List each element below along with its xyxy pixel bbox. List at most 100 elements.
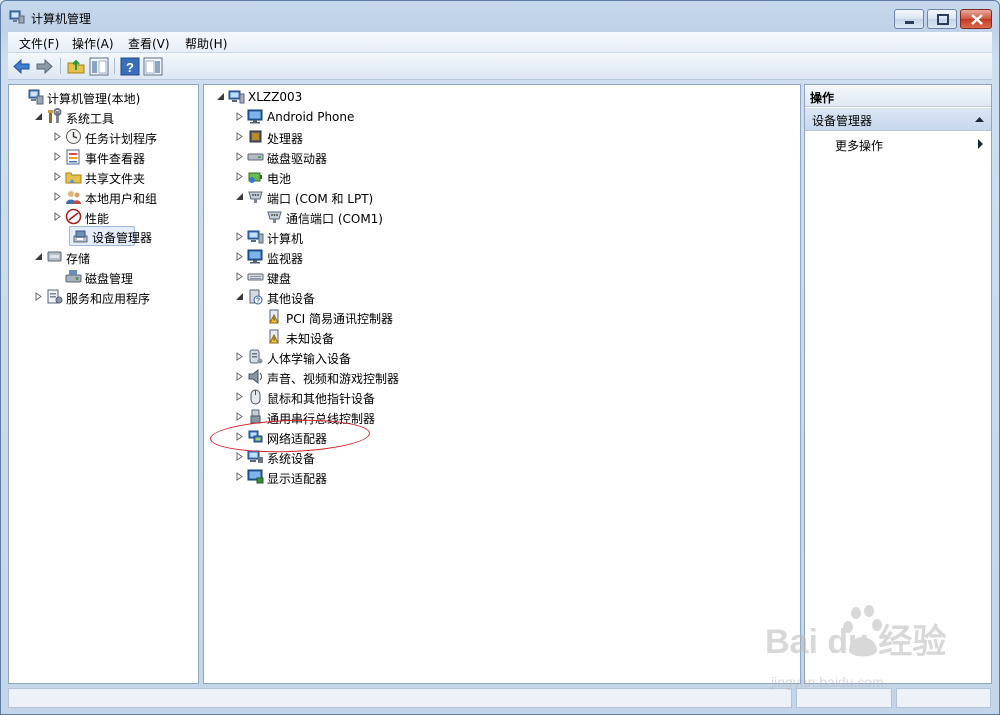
expand-arrow-icon[interactable] — [235, 152, 244, 161]
minimize-icon — [905, 21, 914, 24]
menu-file[interactable]: 文件(F) — [19, 35, 59, 52]
tree-item[interactable]: 存储 — [32, 247, 198, 266]
tree-item[interactable]: 计算机管理(本地) — [13, 87, 198, 106]
actions-pane: 操作 设备管理器 更多操作 — [804, 84, 992, 684]
tree-item-label: 声音、视频和游戏控制器 — [267, 372, 400, 386]
expand-arrow-icon[interactable] — [53, 192, 62, 201]
tree-item-label: 本地用户和组 — [85, 192, 158, 206]
status-cell-main — [8, 688, 792, 708]
expand-arrow-icon[interactable] — [235, 352, 244, 361]
expand-arrow-icon[interactable] — [53, 212, 62, 221]
tree-item[interactable]: ? 其他设备 — [233, 287, 800, 306]
mouse-icon — [250, 389, 261, 405]
tree-item[interactable]: 服务和应用程序 — [32, 287, 198, 306]
help-icon[interactable]: ? — [120, 57, 140, 76]
expand-arrow-icon[interactable] — [235, 472, 244, 481]
disk-management-icon — [65, 270, 82, 283]
tree-item[interactable]: 通信端口 (COM1) — [252, 207, 800, 226]
close-button[interactable] — [960, 9, 992, 29]
actions-header-label: 操作 — [810, 91, 835, 105]
expand-arrow-icon[interactable] — [235, 372, 244, 381]
warning-device-icon — [269, 309, 279, 324]
tree-item-label: 通信端口 (COM1) — [286, 212, 383, 226]
svg-text:?: ? — [256, 298, 260, 305]
tree-item[interactable]: 声音、视频和游戏控制器 — [233, 367, 800, 386]
expand-arrow-icon[interactable] — [235, 252, 244, 261]
tree-item[interactable]: 人体学输入设备 — [233, 347, 800, 366]
minimize-button[interactable] — [894, 9, 924, 29]
port-icon — [248, 191, 263, 203]
collapse-arrow-icon[interactable] — [235, 292, 244, 301]
tree-item[interactable]: 事件查看器 — [51, 147, 198, 166]
tree-item[interactable]: 磁盘管理 — [51, 267, 198, 286]
tree-item[interactable]: 未知设备 — [252, 327, 800, 346]
expand-arrow-icon[interactable] — [235, 272, 244, 281]
tree-item-label: 系统设备 — [267, 452, 316, 466]
more-actions-item[interactable]: 更多操作 — [835, 137, 883, 154]
tree-item[interactable]: 本地用户和组 — [51, 187, 198, 206]
users-icon — [66, 191, 81, 204]
performance-icon — [65, 208, 82, 225]
expand-arrow-icon[interactable] — [235, 132, 244, 141]
expand-arrow-icon[interactable] — [235, 412, 244, 421]
tree-item-label: XLZZ003 — [248, 90, 303, 104]
expand-arrow-icon[interactable] — [235, 392, 244, 401]
tree-item[interactable]: 显示适配器 — [233, 467, 800, 486]
tree-item[interactable]: 系统工具 — [32, 107, 198, 126]
expand-arrow-icon[interactable] — [235, 172, 244, 181]
tree-item[interactable]: 键盘 — [233, 267, 800, 286]
collapse-arrow-icon[interactable] — [216, 92, 225, 101]
tree-item[interactable]: 性能 — [51, 207, 198, 226]
collapse-up-icon — [975, 117, 984, 122]
back-arrow-icon[interactable] — [12, 57, 32, 76]
watermark-url: jingyan.baidu.com — [770, 674, 884, 690]
tree-item[interactable]: PCI 简易通讯控制器 — [252, 307, 800, 326]
tree-item-label: 磁盘管理 — [85, 272, 134, 286]
show-hide-tree-icon[interactable] — [89, 57, 109, 76]
expand-arrow-icon[interactable] — [235, 232, 244, 241]
tree-item[interactable]: 计算机 — [233, 227, 800, 246]
tree-item-label: 处理器 — [267, 132, 304, 146]
port-icon — [267, 211, 282, 223]
up-folder-icon[interactable] — [66, 57, 86, 76]
actions-header: 操作 — [805, 85, 991, 107]
expand-arrow-icon[interactable] — [53, 152, 62, 161]
tree-item-label: 性能 — [85, 212, 110, 226]
maximize-button[interactable] — [927, 9, 957, 29]
tree-item[interactable]: XLZZ003 — [214, 87, 800, 106]
computer-icon — [228, 90, 245, 104]
tree-item[interactable]: 共享文件夹 — [51, 167, 198, 186]
forward-arrow-icon[interactable] — [34, 57, 54, 76]
expand-arrow-icon[interactable] — [34, 292, 43, 301]
collapse-arrow-icon[interactable] — [34, 252, 43, 261]
baidu-jingyan-watermark: Bai du 经验 jingyan.baidu.com — [765, 605, 946, 690]
tree-item[interactable]: 鼠标和其他指针设备 — [233, 387, 800, 406]
tree-item[interactable]: 设备管理器 — [69, 226, 152, 246]
watermark-text: Bai du 经验 — [765, 622, 946, 661]
tree-item[interactable]: 任务计划程序 — [51, 127, 198, 146]
tree-item[interactable]: 端口 (COM 和 LPT) — [233, 187, 800, 206]
collapse-arrow-icon[interactable] — [235, 192, 244, 201]
title-bar: 计算机管理 — [1, 1, 999, 33]
menu-view[interactable]: 查看(V) — [128, 35, 170, 52]
tree-item[interactable]: Android Phone — [233, 107, 800, 126]
tree-item-label: 端口 (COM 和 LPT) — [267, 192, 374, 206]
menu-help[interactable]: 帮助(H) — [185, 35, 227, 52]
monitor-icon — [247, 249, 263, 264]
actions-section-device-manager[interactable]: 设备管理器 — [805, 108, 991, 131]
show-action-pane-icon[interactable] — [143, 57, 163, 76]
tree-item-label: 键盘 — [267, 272, 292, 286]
tree-item[interactable]: 监视器 — [233, 247, 800, 266]
collapse-arrow-icon[interactable] — [34, 112, 43, 121]
expand-arrow-icon[interactable] — [235, 452, 244, 461]
tree-item[interactable]: 处理器 — [233, 127, 800, 146]
display-adapter-icon — [247, 469, 264, 484]
tree-item[interactable]: 磁盘驱动器 — [233, 147, 800, 166]
actions-section-label: 设备管理器 — [812, 114, 873, 128]
tree-item[interactable]: 电池 — [233, 167, 800, 186]
expand-arrow-icon[interactable] — [235, 112, 244, 121]
computer-management-icon — [28, 89, 44, 105]
expand-arrow-icon[interactable] — [53, 172, 62, 181]
expand-arrow-icon[interactable] — [53, 132, 62, 141]
menu-action[interactable]: 操作(A) — [72, 35, 114, 52]
